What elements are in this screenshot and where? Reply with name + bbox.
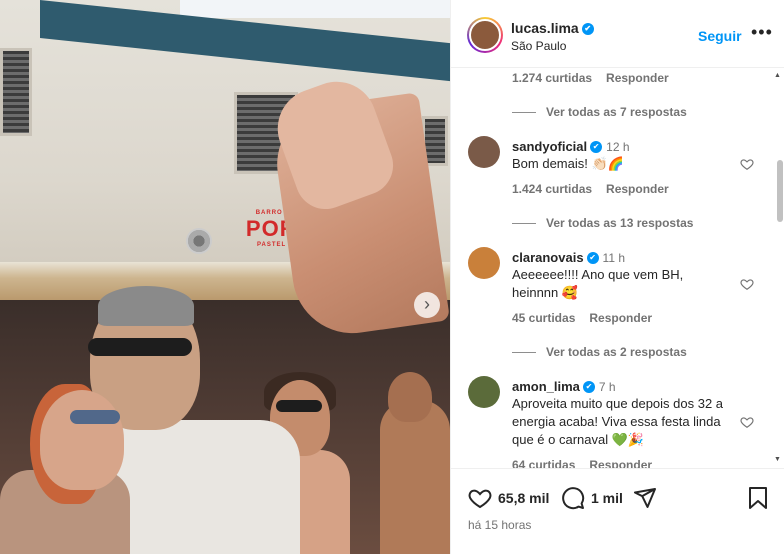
verified-icon: ✔ bbox=[590, 140, 603, 153]
replies-divider bbox=[512, 223, 536, 225]
see-replies-label: Ver todas as 13 respostas bbox=[546, 216, 694, 230]
comment-meta: 45 curtidas Responder bbox=[512, 311, 652, 325]
more-options-icon[interactable]: ••• bbox=[751, 22, 773, 43]
scrollbar-thumb[interactable] bbox=[777, 160, 783, 222]
comment-username[interactable]: amon_lima bbox=[512, 379, 580, 394]
comment-header: sandyoficial ✔ 12 h bbox=[512, 138, 630, 156]
post-header: lucas.lima ✔ São Paulo Seguir ••• bbox=[451, 0, 784, 68]
comment-username[interactable]: sandyoficial bbox=[512, 139, 587, 154]
window bbox=[0, 48, 32, 136]
comments-count[interactable]: 1 mil bbox=[591, 490, 623, 506]
comment-likes[interactable]: 45 curtidas bbox=[512, 311, 575, 325]
heart-icon bbox=[468, 489, 492, 509]
comment-likes[interactable]: 1.274 curtidas bbox=[512, 71, 592, 85]
replies-divider bbox=[512, 352, 536, 354]
author-username[interactable]: lucas.lima ✔ bbox=[511, 20, 594, 36]
reply-button[interactable]: Responder bbox=[589, 458, 652, 468]
comment-meta: 64 curtidas Responder bbox=[512, 458, 652, 468]
comment-text: Aeeeeee!!!! Ano que vem BH, heinnnn 🥰 bbox=[512, 267, 684, 300]
see-replies-button[interactable]: Ver todas as 7 respostas bbox=[512, 105, 687, 119]
share-button[interactable] bbox=[633, 486, 657, 510]
comment-text: Aproveita muito que depois dos 32 a ener… bbox=[512, 396, 724, 447]
sky bbox=[180, 0, 450, 18]
comment-header: amon_lima ✔ 7 h bbox=[512, 378, 616, 396]
comment-header: claranovais ✔ 11 h bbox=[512, 249, 625, 267]
bookmark-icon bbox=[749, 487, 767, 509]
comment-icon bbox=[562, 487, 585, 510]
sunglasses bbox=[88, 338, 192, 356]
post-photo: BARRO FUNDO · SÃO PAULO POR AMOR PASTEL … bbox=[0, 0, 450, 554]
avatar-image bbox=[469, 19, 501, 51]
verified-icon: ✔ bbox=[582, 380, 595, 393]
comment-time: 7 h bbox=[598, 380, 616, 394]
comment-likes[interactable]: 1.424 curtidas bbox=[512, 182, 592, 196]
post-sidebar: lucas.lima ✔ São Paulo Seguir ••• 1.274 c… bbox=[450, 0, 784, 554]
avatar[interactable] bbox=[467, 17, 503, 53]
person-head bbox=[388, 372, 432, 422]
comment-button[interactable]: 1 mil bbox=[561, 486, 623, 510]
avatar[interactable] bbox=[468, 376, 500, 408]
comments-scrollbar[interactable] bbox=[774, 68, 784, 468]
post-time: há 15 horas bbox=[468, 518, 532, 532]
person bbox=[380, 400, 450, 554]
reply-button[interactable]: Responder bbox=[606, 182, 669, 196]
likes-count[interactable]: 65,8 mil bbox=[498, 490, 549, 506]
scroll-up-icon[interactable]: ▲ bbox=[774, 72, 781, 79]
author-name[interactable]: lucas.lima bbox=[511, 20, 579, 36]
reply-button[interactable]: Responder bbox=[589, 311, 652, 325]
comment-meta: 1.424 curtidas Responder bbox=[512, 182, 669, 196]
send-icon bbox=[634, 488, 656, 508]
comment-likes[interactable]: 64 curtidas bbox=[512, 458, 575, 468]
replies-divider bbox=[512, 112, 536, 114]
comment-username[interactable]: claranovais bbox=[512, 250, 584, 265]
comment-time: 12 h bbox=[606, 140, 630, 154]
sunglasses bbox=[70, 410, 120, 424]
follow-button[interactable]: Seguir bbox=[698, 28, 742, 44]
like-button[interactable]: 65,8 mil bbox=[468, 486, 549, 510]
chevron-right-icon: › bbox=[424, 294, 430, 314]
like-comment-icon[interactable] bbox=[740, 157, 754, 171]
avatar[interactable] bbox=[468, 247, 500, 279]
scroll-down-icon[interactable]: ▼ bbox=[774, 456, 781, 463]
comment-time: 11 h bbox=[602, 251, 626, 265]
post-location[interactable]: São Paulo bbox=[511, 39, 566, 53]
avatar[interactable] bbox=[468, 136, 500, 168]
see-replies-label: Ver todas as 2 respostas bbox=[546, 345, 687, 359]
verified-icon: ✔ bbox=[581, 23, 594, 36]
person-hair bbox=[98, 286, 194, 326]
like-comment-icon[interactable] bbox=[740, 415, 754, 429]
wall-vent bbox=[186, 228, 212, 254]
comment-meta: 1.274 curtidas Responder bbox=[512, 71, 669, 85]
comment-text: Bom demais! 👏🏻🌈 bbox=[512, 156, 624, 171]
person-head bbox=[40, 390, 124, 490]
reply-button[interactable]: Responder bbox=[606, 71, 669, 85]
see-replies-label: Ver todas as 7 respostas bbox=[546, 105, 687, 119]
like-comment-icon[interactable] bbox=[740, 277, 754, 291]
see-replies-button[interactable]: Ver todas as 13 respostas bbox=[512, 216, 693, 230]
next-photo-button[interactable]: › bbox=[414, 292, 440, 318]
verified-icon: ✔ bbox=[586, 251, 599, 264]
post-actions: 65,8 mil 1 mil há 15 horas bbox=[451, 468, 784, 554]
sunglasses bbox=[276, 400, 322, 412]
comments-list: 1.274 curtidas Responder Ver todas as 7 r… bbox=[451, 68, 784, 468]
see-replies-button[interactable]: Ver todas as 2 respostas bbox=[512, 345, 687, 359]
save-button[interactable] bbox=[747, 486, 769, 510]
